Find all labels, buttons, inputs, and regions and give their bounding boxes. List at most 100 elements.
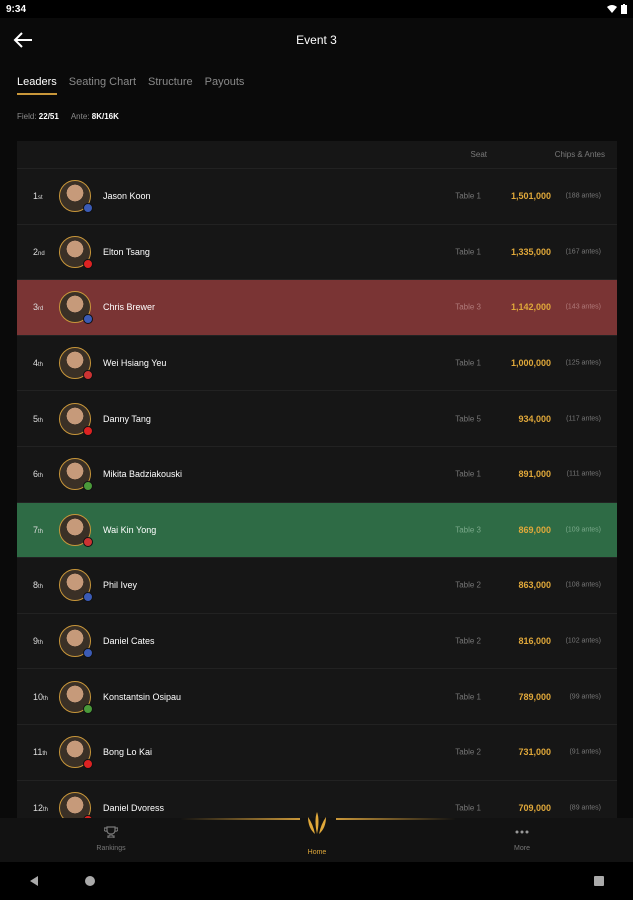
avatar [59,347,93,381]
table-row[interactable]: 2nd Elton Tsang Table 1 1,335,000 (167 antes… [17,225,617,281]
seat-label: Table 3 [455,302,481,312]
chip-count: 891,000 [518,469,551,480]
column-header-seat: Seat [470,150,487,159]
rank-label: 10th [33,691,49,702]
seat-label: Table 1 [455,469,481,479]
wifi-icon [607,4,617,13]
rank-label: 9th [33,636,44,647]
seat-label: Table 1 [455,247,481,257]
avatar [59,180,93,214]
player-name: Mikita Badziakouski [103,469,183,480]
rank-label: 6th [33,469,44,480]
country-flag-icon [83,703,93,714]
player-name: Wai Kin Yong [103,524,157,535]
chip-count: 1,000,000 [510,358,551,369]
antes-count: (117 antes) [566,415,601,423]
table-row[interactable]: 1st Jason Koon Table 1 1,501,000 (188 antes) [17,169,617,225]
system-recents-icon[interactable] [593,875,605,887]
avatar [59,569,93,603]
antes-count: (109 antes) [565,526,601,534]
table-row[interactable]: 4th Wei Hsiang Yeu Table 1 1,000,000 (125 an… [17,336,617,392]
table-row[interactable]: 10th Konstantsin Osipau Table 1 789,000 (99 … [17,669,617,725]
rank-label: 1st [33,191,43,202]
rank-label: 2nd [33,246,45,257]
tab-payouts[interactable]: Payouts [205,76,245,95]
rank-label: 8th [33,580,44,591]
table-body: 1st Jason Koon Table 1 1,501,000 (188 antes)… [17,169,617,837]
system-nav-bar [0,862,633,900]
app-bar: Event 3 [0,18,633,62]
country-flag-icon [83,425,93,436]
nav-rankings[interactable]: Rankings [71,826,151,852]
rank-label: 4th [33,358,44,369]
system-home-icon[interactable] [84,875,96,887]
rank-label: 5th [33,413,44,424]
tab-structure[interactable]: Structure [148,76,193,95]
home-logo-icon[interactable] [303,810,331,836]
antes-count: (167 antes) [565,248,601,256]
player-name: Wei Hsiang Yeu [103,358,167,369]
seat-label: Table 2 [455,580,481,590]
field-info: Field: 22/51 Ante: 8K/16K [17,112,119,121]
avatar [59,235,93,269]
chip-count: 863,000 [518,580,551,591]
player-name: Danny Tang [103,413,151,424]
nav-home[interactable]: Home [277,844,357,856]
chip-count: 789,000 [518,691,551,702]
seat-label: Table 1 [455,803,481,813]
ante-stat: Ante: 8K/16K [70,112,119,121]
status-time: 9:34 [6,3,27,15]
seat-label: Table 1 [455,692,481,702]
tab-leaders[interactable]: Leaders [17,76,57,95]
country-flag-icon [83,314,93,325]
seat-label: Table 2 [455,747,481,757]
tab-seating-chart[interactable]: Seating Chart [69,76,136,95]
seat-label: Table 1 [455,191,481,201]
chip-count: 816,000 [518,636,551,647]
avatar [59,625,93,659]
rank-label: 11th [33,747,48,758]
nav-more[interactable]: More [482,826,562,852]
country-flag-icon [83,370,93,381]
antes-count: (91 antes) [569,748,601,756]
player-name: Chris Brewer [103,302,156,313]
table-row[interactable]: 6th Mikita Badziakouski Table 1 891,000 (111… [17,447,617,503]
antes-count: (125 antes) [565,359,601,367]
country-flag-icon [83,592,93,603]
tab-bar: Leaders Seating Chart Structure Payouts [17,76,244,95]
status-icons [607,4,627,14]
table-row[interactable]: 11th Bong Lo Kai Table 2 731,000 (91 antes) [17,725,617,781]
avatar [59,291,93,325]
seat-label: Table 3 [455,525,481,535]
antes-count: (143 antes) [565,303,601,311]
chip-count: 934,000 [518,413,551,424]
page-title: Event 3 [296,33,337,47]
table-row[interactable]: 5th Danny Tang Table 5 934,000 (117 antes) [17,391,617,447]
chip-count: 1,335,000 [510,246,551,257]
country-flag-icon [83,481,93,492]
rank-label: 3rd [33,302,44,313]
chip-count: 1,142,000 [510,302,551,313]
avatar [59,458,93,492]
table-row[interactable]: 8th Phil Ivey Table 2 863,000 (108 antes) [17,558,617,614]
battery-icon [621,4,627,14]
country-flag-icon [83,258,93,269]
chip-count: 709,000 [518,802,551,813]
avatar [59,736,93,770]
trophy-icon [103,826,119,839]
more-dots-icon [515,830,529,834]
leaderboard-table: Seat Chips & Antes 1st Jason Koon Table 11… [17,141,617,837]
rank-label: 7th [33,524,44,535]
table-row[interactable]: 7th Wai Kin Yong Table 3 869,000 (109 antes) [17,502,617,559]
seat-label: Table 1 [455,358,481,368]
ante-value: 8K/16K [91,112,119,121]
antes-count: (102 antes) [565,637,601,645]
table-row[interactable]: 3rd Chris Brewer Table 3 1,142,000 (143 ante… [17,280,617,336]
table-row[interactable]: 9th Daniel Cates Table 2 816,000 (102 antes) [17,614,617,670]
system-back-icon[interactable] [28,875,40,887]
status-bar: 9:34 [0,0,633,18]
chip-count: 731,000 [518,747,551,758]
antes-count: (108 antes) [565,581,601,589]
player-name: Bong Lo Kai [103,747,153,758]
player-name: Konstantsin Osipau [103,691,182,702]
